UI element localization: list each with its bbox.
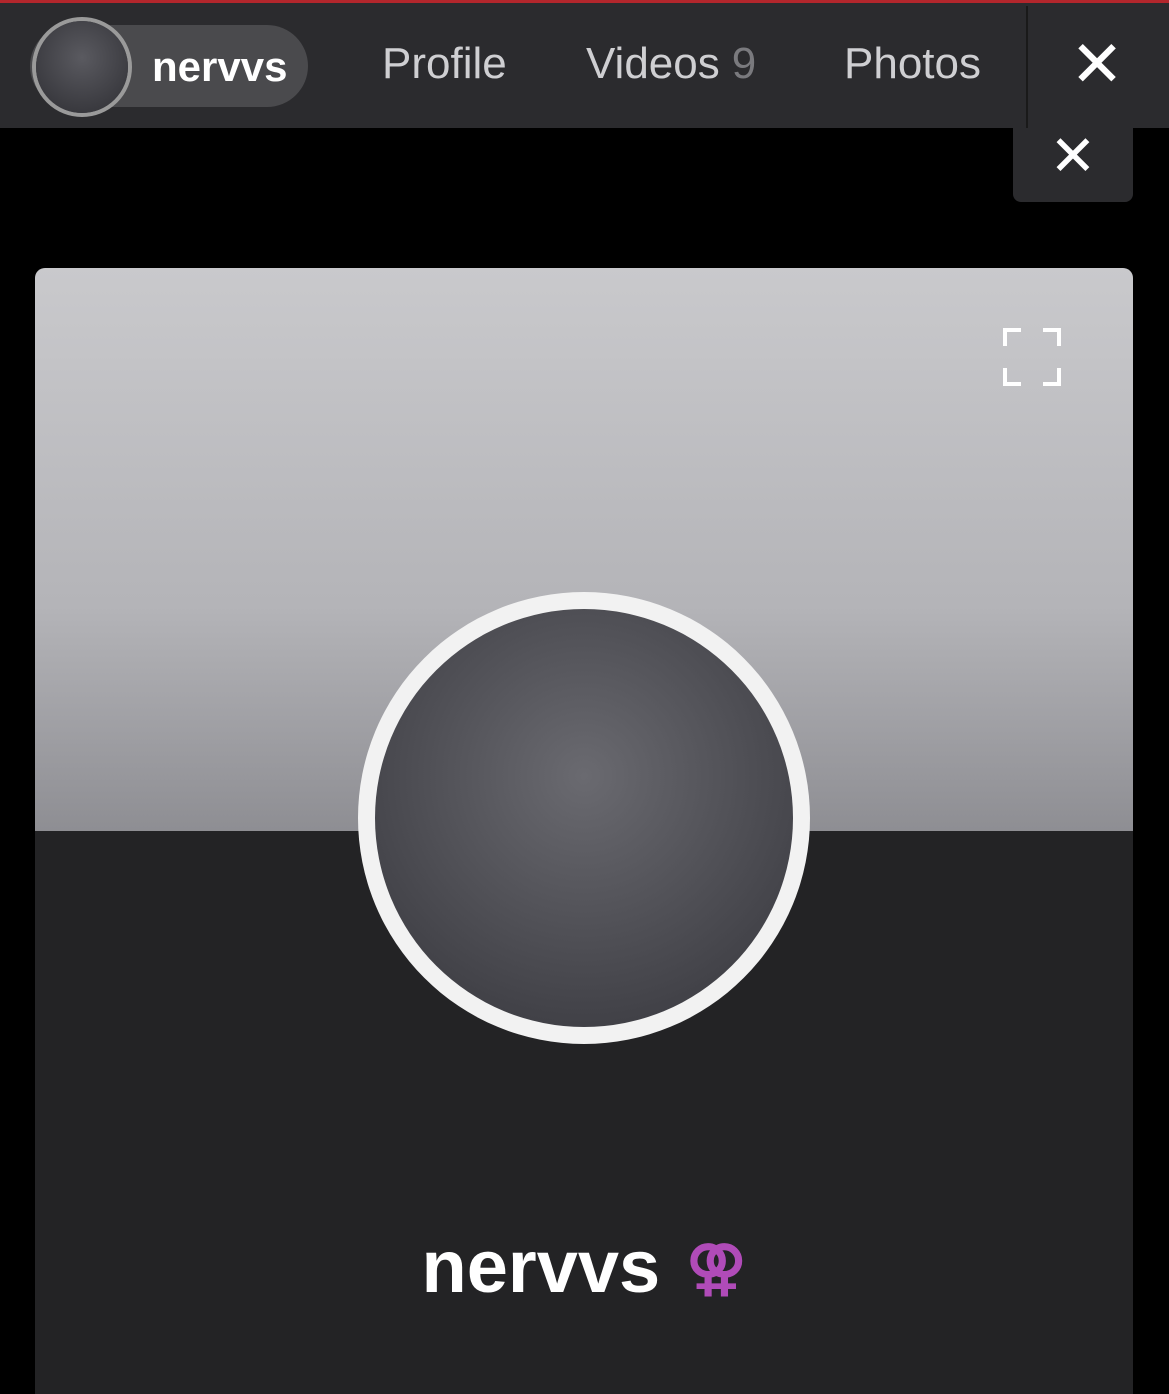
tab-photos-label: Photos xyxy=(844,39,981,88)
tab-profile-label: Profile xyxy=(382,39,507,88)
fullscreen-icon[interactable] xyxy=(1003,328,1061,386)
profile-name: nervvs ⚢ xyxy=(35,1224,1133,1309)
tab-profile[interactable]: Profile xyxy=(382,39,507,89)
profile-card: nervvs ⚢ xyxy=(35,268,1133,1394)
top-bar: nervvs Profile Videos 9 Photos ✕ xyxy=(0,0,1169,131)
tab-videos[interactable]: Videos 9 xyxy=(586,39,756,89)
avatar-placeholder-large xyxy=(375,609,793,1027)
tab-divider xyxy=(1026,6,1028,131)
header-username[interactable]: nervvs xyxy=(152,43,287,91)
tab-videos-count: 9 xyxy=(731,39,757,88)
tab-photos[interactable]: Photos xyxy=(844,39,1016,89)
tab-videos-label: Videos xyxy=(586,39,720,88)
close-icon[interactable]: ✕ xyxy=(1066,32,1128,96)
avatar-placeholder xyxy=(36,21,128,113)
profile-avatar[interactable] xyxy=(358,592,810,1044)
female-female-icon: ⚢ xyxy=(686,1234,747,1301)
close-button-secondary[interactable]: ✕ xyxy=(1013,128,1133,202)
header-avatar[interactable] xyxy=(32,17,132,117)
profile-name-text: nervvs xyxy=(421,1225,661,1308)
